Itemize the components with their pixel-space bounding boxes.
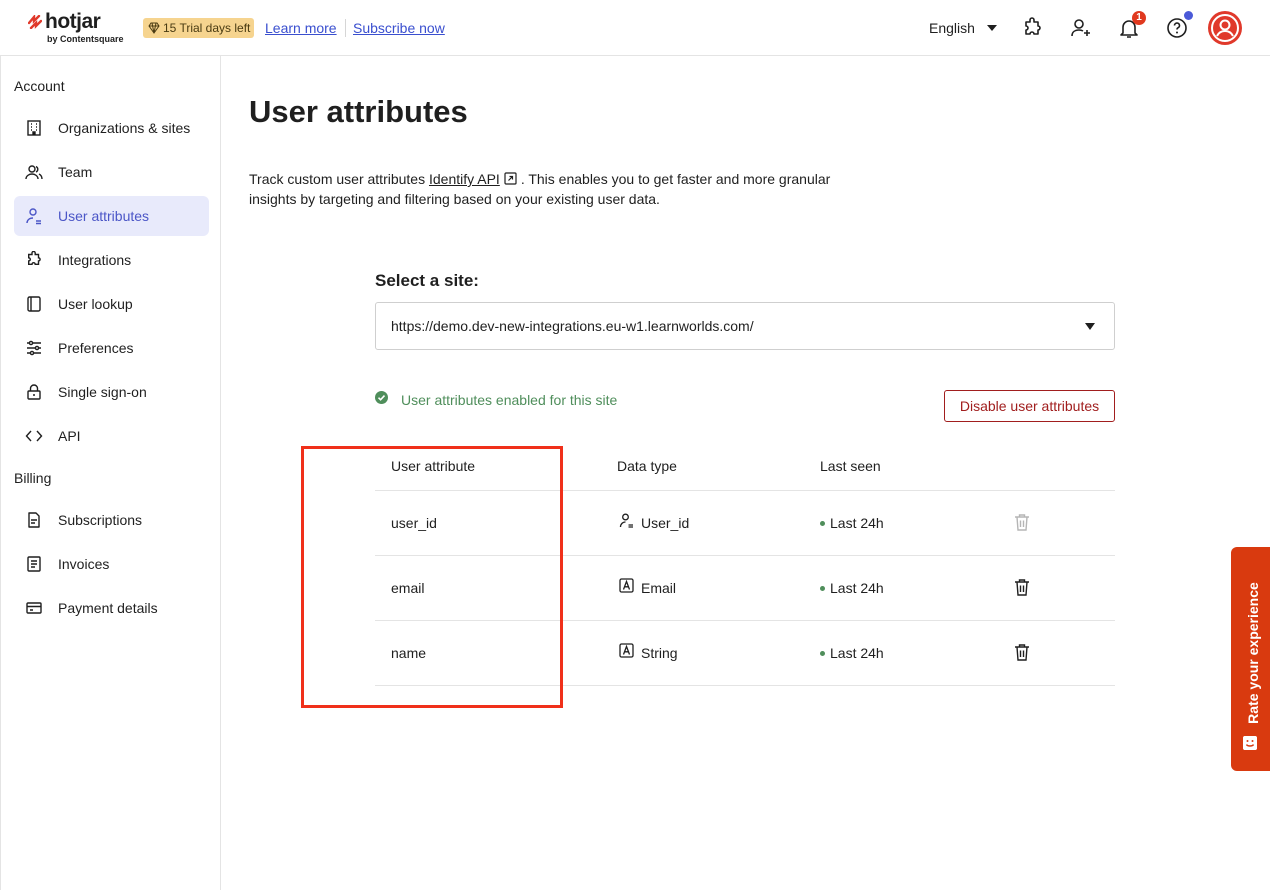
avatar[interactable]	[1208, 11, 1242, 45]
annotation-highlight-box	[301, 446, 563, 708]
puzzle-icon[interactable]	[1021, 16, 1045, 40]
sidebar-item-invoices[interactable]: Invoices	[14, 544, 209, 584]
sidebar-item-label: Integrations	[58, 252, 132, 268]
rate-experience-label: Rate your experience	[1245, 582, 1261, 724]
trial-badge: 15 Trial days left	[143, 18, 255, 38]
status-message: User attributes enabled for this site	[401, 392, 618, 408]
sidebar-item-label: Single sign-on	[58, 384, 147, 400]
sidebar-item-payment-details[interactable]: Payment details	[14, 588, 209, 628]
user-lookup-icon	[27, 296, 41, 312]
trash-icon[interactable]	[1014, 643, 1030, 661]
sidebar-item-label: Invoices	[58, 556, 110, 572]
trash-icon	[1015, 514, 1029, 531]
status-dot	[820, 651, 825, 656]
sidebar-section-account: Account	[14, 78, 65, 94]
intro-text-start: Track custom user attributes	[249, 171, 429, 187]
sidebar-item-label: User lookup	[58, 296, 133, 312]
sidebar: Account Organizations & sites Team User …	[0, 56, 221, 890]
site-select[interactable]: https://demo.dev-new-integrations.eu-w1.…	[375, 302, 1115, 350]
last-seen-value: Last 24h	[830, 515, 884, 531]
sidebar-item-label: User attributes	[58, 208, 150, 224]
hotjar-logo[interactable]: hotjar by Contentsquare	[28, 10, 128, 46]
data-type-value: User_id	[641, 515, 690, 531]
sidebar-item-integrations[interactable]: Integrations	[14, 240, 209, 280]
sidebar-item-label: Organizations & sites	[58, 120, 191, 136]
help-indicator-dot	[1184, 11, 1193, 20]
sidebar-item-preferences[interactable]: Preferences	[14, 328, 209, 368]
identify-api-link[interactable]: Identify API	[429, 171, 500, 187]
external-link-icon[interactable]	[504, 172, 517, 185]
last-seen-value: Last 24h	[830, 645, 884, 661]
sidebar-item-user-attributes[interactable]: User attributes	[14, 196, 209, 236]
sidebar-item-subscriptions[interactable]: Subscriptions	[14, 500, 209, 540]
user-attributes-icon	[26, 208, 41, 225]
rate-experience-tab[interactable]: Rate your experience	[1231, 547, 1270, 771]
help-icon[interactable]	[1165, 16, 1189, 40]
logo-wordmark: hotjar	[45, 10, 101, 33]
user-type-icon	[619, 513, 633, 528]
column-header-data-type: Data type	[617, 458, 677, 474]
status-dot	[820, 586, 825, 591]
sliders-icon	[27, 340, 41, 356]
add-user-icon[interactable]	[1069, 16, 1093, 40]
top-bar: hotjar by Contentsquare 15 Trial days le…	[0, 0, 1270, 56]
code-icon	[25, 430, 43, 442]
sidebar-item-label: Preferences	[58, 340, 134, 356]
invoice-icon	[27, 556, 41, 572]
text-type-icon	[619, 643, 634, 658]
site-select-label: Select a site:	[375, 271, 479, 290]
data-type-value: String	[641, 645, 678, 661]
data-type-value: Email	[641, 580, 677, 596]
page-title: User attributes	[249, 94, 468, 129]
learn-more-link[interactable]: Learn more	[265, 20, 337, 36]
logo-subtitle: by Contentsquare	[47, 34, 124, 44]
header-divider	[345, 19, 346, 37]
user-avatar-icon	[1211, 14, 1239, 42]
sidebar-item-label: Payment details	[58, 600, 158, 616]
feedback-smiley-icon	[1243, 736, 1257, 750]
hotjar-mark-icon	[28, 15, 42, 29]
sidebar-section-billing: Billing	[14, 470, 52, 486]
last-seen-value: Last 24h	[830, 580, 884, 596]
diamond-icon	[148, 22, 160, 34]
sidebar-item-user-lookup[interactable]: User lookup	[14, 284, 209, 324]
column-header-last-seen: Last seen	[820, 458, 881, 474]
sidebar-item-api[interactable]: API	[14, 416, 209, 456]
sidebar-item-label: API	[58, 428, 81, 444]
chevron-down-icon[interactable]	[987, 25, 997, 31]
card-icon	[26, 602, 42, 614]
sidebar-item-team[interactable]: Team	[14, 152, 209, 192]
sidebar-item-label: Team	[58, 164, 93, 180]
status-dot	[820, 521, 825, 526]
team-icon	[25, 165, 43, 180]
notification-count-badge: 1	[1132, 11, 1146, 25]
sidebar-item-single-sign-on[interactable]: Single sign-on	[14, 372, 209, 412]
check-circle-icon	[375, 391, 388, 404]
sidebar-item-organizations[interactable]: Organizations & sites	[14, 108, 209, 148]
text-type-icon	[619, 578, 634, 593]
building-icon	[27, 120, 41, 136]
subscriptions-icon	[28, 512, 40, 528]
chevron-down-icon	[1085, 323, 1095, 330]
trash-icon[interactable]	[1014, 578, 1030, 596]
trial-badge-label: 15 Trial days left	[163, 21, 251, 35]
intro-text: Track custom user attributes Identify AP…	[249, 169, 859, 209]
sidebar-item-label: Subscriptions	[58, 512, 143, 528]
site-select-value: https://demo.dev-new-integrations.eu-w1.…	[391, 318, 754, 334]
disable-user-attributes-button[interactable]: Disable user attributes	[944, 390, 1115, 422]
language-selector[interactable]: English	[929, 20, 975, 36]
puzzle-icon	[28, 251, 41, 265]
lock-icon	[27, 384, 41, 400]
subscribe-now-link[interactable]: Subscribe now	[353, 20, 445, 36]
